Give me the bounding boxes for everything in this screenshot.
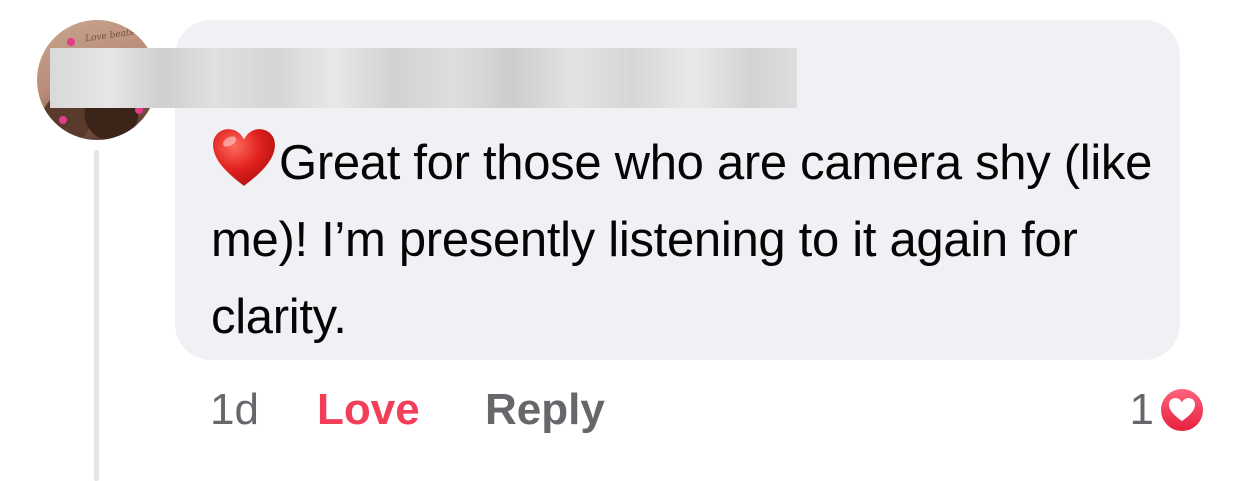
avatar-artwork: Love beats all xyxy=(84,25,149,45)
love-reaction-icon xyxy=(1159,387,1205,433)
reply-thread-line xyxy=(94,150,99,481)
comment-body: Great for those who are camera shy (like… xyxy=(211,125,1171,356)
comment-text: Great for those who are camera shy (like… xyxy=(211,136,1153,344)
author-name-redacted[interactable] xyxy=(50,48,797,108)
reaction-count: 1 xyxy=(1129,385,1154,434)
avatar-decoration xyxy=(59,116,67,124)
timestamp[interactable]: 1d xyxy=(210,380,259,440)
red-heart-emoji-icon xyxy=(213,129,275,186)
reaction-summary[interactable]: 1 xyxy=(1130,380,1206,440)
love-button[interactable]: Love xyxy=(317,380,420,440)
reply-button[interactable]: Reply xyxy=(485,380,605,440)
avatar-decoration xyxy=(67,38,75,46)
